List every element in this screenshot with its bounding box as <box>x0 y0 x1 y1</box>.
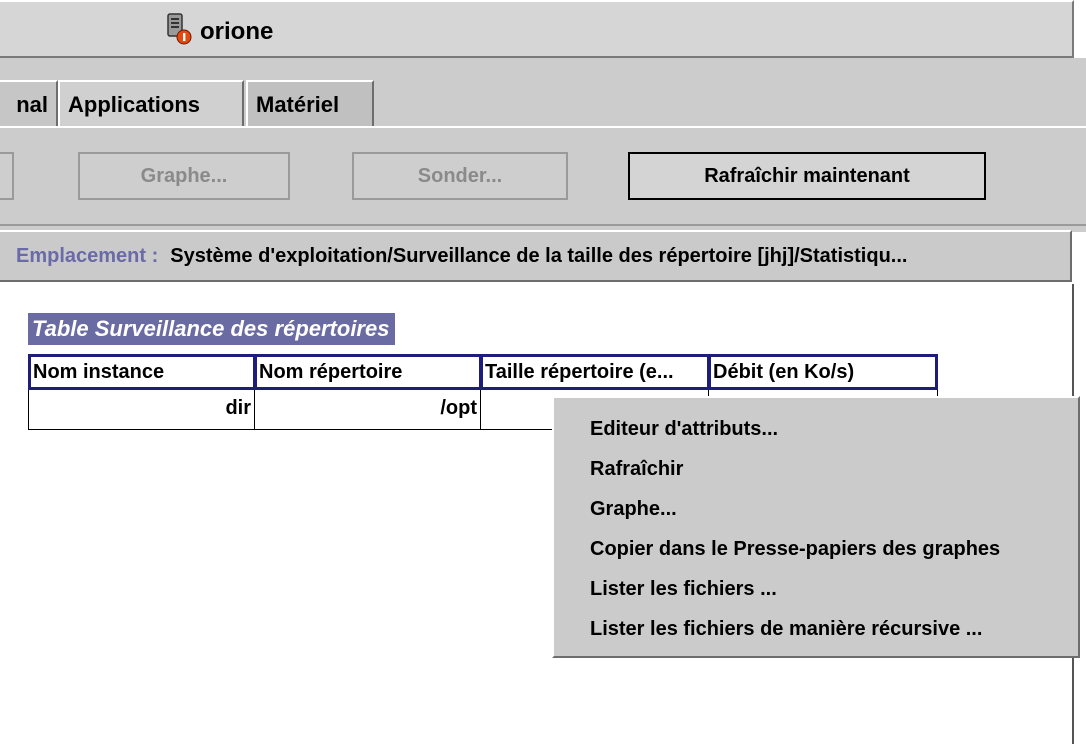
toolbar-divider <box>0 224 1086 226</box>
graph-button[interactable]: Graphe... <box>78 152 290 200</box>
menu-item-refresh[interactable]: Rafraîchir <box>554 450 1078 490</box>
tab-applications[interactable]: Applications <box>58 80 244 126</box>
title-group: orione <box>164 12 273 51</box>
location-label: Emplacement : <box>16 245 159 267</box>
refresh-now-button[interactable]: Rafraîchir maintenant <box>628 152 986 200</box>
table-title[interactable]: Table Surveillance des répertoires <box>28 313 396 345</box>
menu-item-list-files[interactable]: Lister les fichiers ... <box>554 570 1078 610</box>
server-alert-icon <box>164 12 192 51</box>
window-title: orione <box>200 17 274 45</box>
menu-item-graph[interactable]: Graphe... <box>554 490 1078 530</box>
column-header-instance-name[interactable]: Nom instance <box>28 354 256 390</box>
table-cell-instance-name[interactable]: dir <box>28 390 256 430</box>
tab-personnel[interactable]: nal <box>0 80 58 126</box>
menu-item-list-files-recursive[interactable]: Lister les fichiers de manière récursive… <box>554 610 1078 650</box>
location-bar: Emplacement : Système d'exploitation/Surv… <box>0 230 1072 282</box>
menu-item-attribute-editor[interactable]: Editeur d'attributs... <box>554 410 1078 450</box>
context-menu: Editeur d'attributs... Rafraîchir Graphe… <box>552 396 1080 658</box>
column-header-throughput[interactable]: Débit (en Ko/s) <box>708 354 938 390</box>
title-bar: orione <box>0 0 1074 58</box>
tab-materiel[interactable]: Matériel <box>246 80 374 126</box>
menu-item-copy-to-graph-clipboard[interactable]: Copier dans le Presse-papiers des graphe… <box>554 530 1078 570</box>
location-path: Système d'exploitation/Surveillance de l… <box>170 245 908 267</box>
probe-button[interactable]: Sonder... <box>352 152 568 200</box>
toolbar-partial-button[interactable] <box>0 152 14 200</box>
column-header-directory-name[interactable]: Nom répertoire <box>254 354 482 390</box>
table-cell-directory-name[interactable]: /opt <box>254 390 482 430</box>
column-header-directory-size[interactable]: Taille répertoire (e... <box>480 354 710 390</box>
